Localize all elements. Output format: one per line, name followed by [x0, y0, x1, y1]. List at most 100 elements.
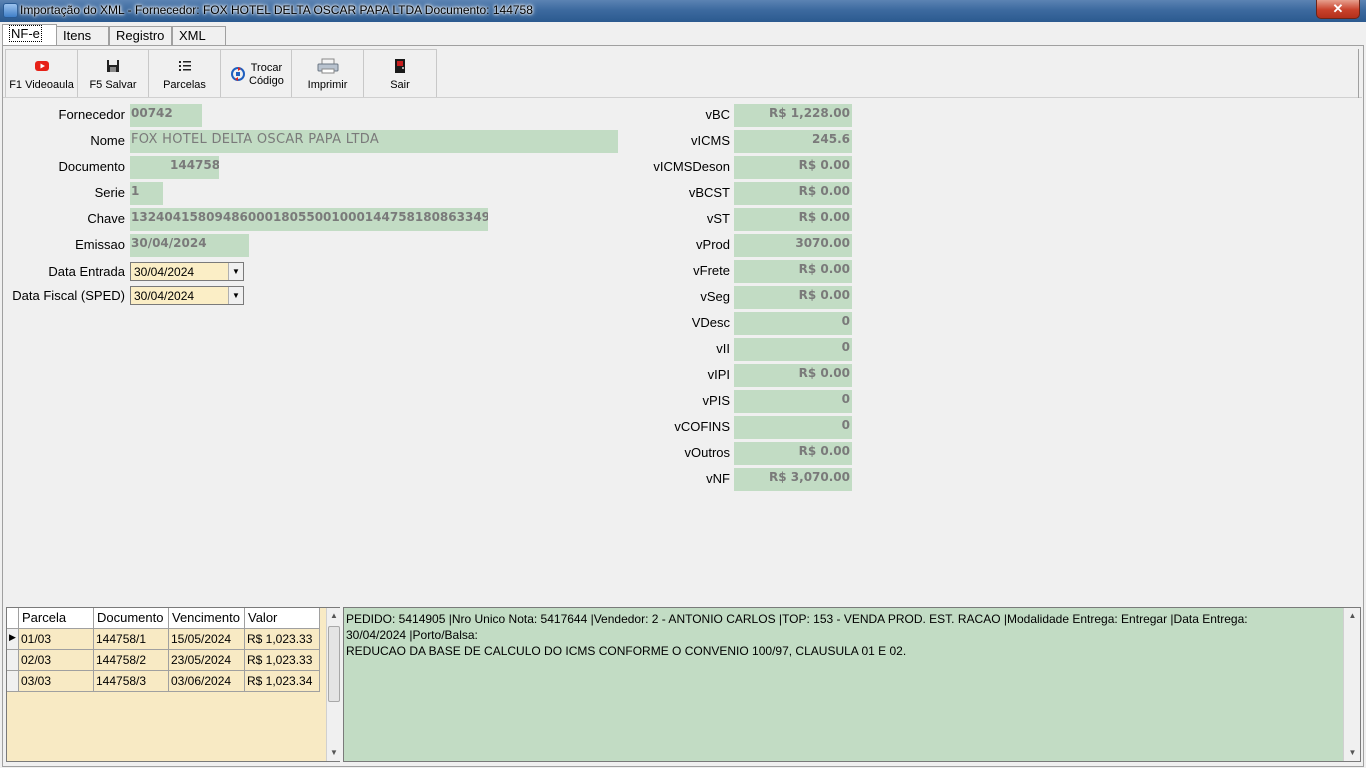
sair-label: Sair	[390, 79, 410, 91]
vii-field[interactable]: 0	[734, 338, 852, 361]
sair-button[interactable]: Sair	[363, 49, 437, 98]
table-cell[interactable]: R$ 1,023.33	[245, 629, 320, 650]
scroll-up-icon[interactable]: ▲	[1344, 608, 1361, 624]
exit-door-icon	[395, 59, 405, 73]
vipi-label: vIPI	[707, 367, 730, 382]
table-cell[interactable]: 01/03	[19, 629, 94, 650]
vfrete-label: vFrete	[693, 263, 730, 278]
col-header-parcela[interactable]: Parcela	[19, 608, 94, 629]
vcofins-label: vCOFINS	[674, 419, 730, 434]
vicms-field[interactable]: 245.6	[734, 130, 852, 153]
chevron-down-icon[interactable]: ▼	[228, 287, 243, 304]
scroll-down-icon[interactable]: ▼	[1344, 745, 1361, 761]
memo-line: REDUCAO DA BASE DE CALCULO DO ICMS CONFO…	[346, 644, 907, 658]
grid-scrollbar[interactable]: ▲ ▼	[326, 608, 340, 761]
row-indicator	[7, 671, 19, 692]
tab-strip: NF-e Itens Registro XML	[0, 24, 1366, 45]
vpis-field[interactable]: 0	[734, 390, 852, 413]
vipi-field[interactable]: R$ 0.00	[734, 364, 852, 387]
col-header-valor[interactable]: Valor	[245, 608, 320, 629]
app-icon	[3, 3, 18, 18]
scroll-thumb[interactable]	[328, 626, 340, 702]
vst-field[interactable]: R$ 0.00	[734, 208, 852, 231]
data-fiscal-value: 30/04/2024	[134, 289, 195, 303]
vcofins-field[interactable]: 0	[734, 416, 852, 439]
close-button[interactable]: ✕	[1316, 0, 1360, 19]
documento-field[interactable]: 144758	[130, 156, 219, 179]
table-cell[interactable]: 15/05/2024	[169, 629, 245, 650]
table-cell[interactable]: 03/03	[19, 671, 94, 692]
toolbar-divider	[3, 97, 1362, 98]
vbcst-label: vBCST	[688, 185, 730, 200]
parcelas-grid[interactable]: Parcela Documento Vencimento Valor ▶ 01/…	[6, 607, 340, 762]
table-cell[interactable]: R$ 1,023.34	[245, 671, 320, 692]
parcelas-button[interactable]: Parcelas	[148, 49, 221, 98]
vnf-label: vNF	[706, 471, 730, 486]
vfrete-field[interactable]: R$ 0.00	[734, 260, 852, 283]
list-icon	[178, 61, 191, 71]
table-cell[interactable]: 144758/1	[94, 629, 169, 650]
salvar-label: F5 Salvar	[89, 79, 137, 91]
youtube-icon	[34, 61, 49, 71]
vseg-label: vSeg	[700, 289, 730, 304]
table-cell[interactable]: 02/03	[19, 650, 94, 671]
scroll-up-icon[interactable]: ▲	[327, 608, 341, 624]
row-indicator	[7, 650, 19, 671]
trocar-label-line1: Trocar	[250, 62, 283, 74]
vicmsdeson-field[interactable]: R$ 0.00	[734, 156, 852, 179]
table-cell[interactable]: 03/06/2024	[169, 671, 245, 692]
row-indicator-current-icon: ▶	[7, 629, 19, 650]
tab-itens[interactable]: Itens	[56, 26, 109, 45]
save-icon	[107, 60, 119, 72]
vbc-label: vBC	[705, 107, 730, 122]
table-cell[interactable]: 23/05/2024	[169, 650, 245, 671]
emissao-field[interactable]: 30/04/2024	[130, 234, 249, 257]
chevron-down-icon[interactable]: ▼	[228, 263, 243, 280]
vprod-label: vProd	[696, 237, 730, 252]
fornecedor-field[interactable]: 00742	[130, 104, 202, 127]
vpis-label: vPIS	[702, 393, 730, 408]
serie-field[interactable]: 1	[130, 182, 163, 205]
nome-field[interactable]: FOX HOTEL DELTA OSCAR PAPA LTDA	[130, 130, 618, 153]
data-fiscal-picker[interactable]: 30/04/2024 ▼	[130, 286, 244, 305]
trocar-codigo-button[interactable]: Trocar Código	[220, 49, 292, 98]
trocar-label-line2: Código	[249, 75, 284, 87]
chave-field[interactable]: 1324041580948600018055001000144758180863…	[130, 208, 488, 231]
tab-xml[interactable]: XML	[172, 26, 226, 45]
voutros-field[interactable]: R$ 0.00	[734, 442, 852, 465]
chave-label: Chave	[87, 211, 125, 226]
memo-line: PEDIDO: 5414905 |Nro Unico Nota: 5417644…	[346, 612, 1248, 626]
observacoes-memo[interactable]: PEDIDO: 5414905 |Nro Unico Nota: 5417644…	[343, 607, 1361, 762]
imprimir-button[interactable]: Imprimir	[291, 49, 364, 98]
tab-registro[interactable]: Registro	[109, 26, 172, 45]
vbc-field[interactable]: R$ 1,228.00	[734, 104, 852, 127]
col-header-vencimento[interactable]: Vencimento	[169, 608, 245, 629]
videoaula-button[interactable]: F1 Videoaula	[5, 49, 78, 98]
table-cell[interactable]: 144758/2	[94, 650, 169, 671]
printer-icon	[317, 58, 338, 74]
memo-scrollbar[interactable]: ▲ ▼	[1343, 608, 1360, 761]
vseg-field[interactable]: R$ 0.00	[734, 286, 852, 309]
serie-label: Serie	[94, 185, 125, 200]
fornecedor-label: Fornecedor	[58, 107, 125, 122]
vicms-label: vICMS	[691, 133, 730, 148]
vnf-field[interactable]: R$ 3,070.00	[734, 468, 852, 491]
table-cell[interactable]: 144758/3	[94, 671, 169, 692]
vii-label: vII	[716, 341, 730, 356]
salvar-button[interactable]: F5 Salvar	[77, 49, 149, 98]
voutros-label: vOutros	[684, 445, 730, 460]
vprod-field[interactable]: 3070.00	[734, 234, 852, 257]
emissao-label: Emissao	[75, 237, 125, 252]
vdesc-field[interactable]: 0	[734, 312, 852, 335]
nome-label: Nome	[90, 133, 125, 148]
col-header-documento[interactable]: Documento	[94, 608, 169, 629]
imprimir-label: Imprimir	[307, 79, 348, 91]
table-cell[interactable]: R$ 1,023.33	[245, 650, 320, 671]
tab-nfe[interactable]: NF-e	[2, 24, 57, 45]
trocar-codigo-label: Trocar Código	[249, 62, 284, 88]
scroll-down-icon[interactable]: ▼	[327, 745, 341, 761]
grid-corner	[7, 608, 19, 629]
parcelas-label: Parcelas	[163, 79, 206, 91]
vbcst-field[interactable]: R$ 0.00	[734, 182, 852, 205]
data-entrada-picker[interactable]: 30/04/2024 ▼	[130, 262, 244, 281]
